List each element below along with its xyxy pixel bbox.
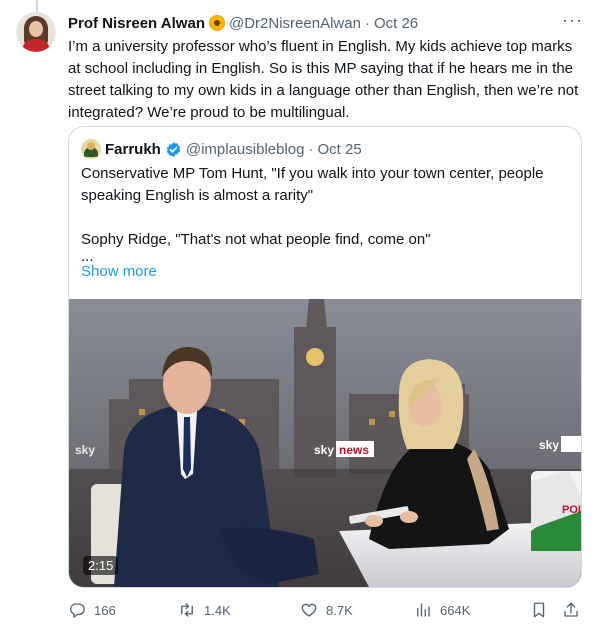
repost-count: 1.4K bbox=[204, 602, 231, 618]
reply-button[interactable]: 166 bbox=[68, 600, 116, 620]
quote-date: Oct 25 bbox=[317, 140, 362, 158]
svg-text:sky: sky bbox=[314, 443, 334, 457]
repost-icon bbox=[181, 603, 193, 617]
video-player[interactable]: POL sky sky news sky ne 2:15 bbox=[69, 299, 581, 587]
sunflower-icon bbox=[209, 15, 225, 31]
verified-badge-icon bbox=[166, 141, 181, 157]
show-more-link[interactable]: Show more bbox=[81, 263, 157, 280]
bookmark-icon bbox=[533, 602, 545, 618]
views-button[interactable]: 664K bbox=[414, 600, 470, 620]
repost-button[interactable]: 1.4K bbox=[178, 600, 231, 620]
action-bar: 166 1.4K 8.7K 664K bbox=[68, 596, 582, 624]
separator-dot: · bbox=[364, 14, 370, 32]
tweet-text: I’m a university professor who’s fluent … bbox=[68, 38, 579, 121]
svg-text:sky ne: sky ne bbox=[539, 438, 577, 452]
quote-text-line bbox=[81, 207, 571, 229]
politics-banner-text: POL bbox=[562, 504, 581, 516]
sky-news-logo-right: sky ne bbox=[539, 436, 581, 452]
avatar[interactable] bbox=[16, 12, 56, 52]
author-name[interactable]: Prof Nisreen Alwan bbox=[68, 15, 205, 32]
quote-author-handle: @implausibleblog bbox=[185, 140, 305, 158]
author-handle[interactable]: @Dr2NisreenAlwan bbox=[229, 15, 361, 32]
quote-text: Conservative MP Tom Hunt, "If you walk i… bbox=[81, 163, 571, 265]
tweet-header: Prof Nisreen Alwan @Dr2NisreenAlwan · Oc… bbox=[68, 11, 582, 33]
quote-text-line: ... bbox=[81, 248, 94, 265]
more-options-icon[interactable]: ··· bbox=[562, 11, 582, 33]
share-button[interactable] bbox=[562, 600, 580, 620]
quote-author-name: Farrukh bbox=[105, 140, 161, 158]
views-count: 664K bbox=[440, 602, 471, 618]
quote-header: Farrukh @implausibleblog · Oct 25 bbox=[81, 139, 362, 159]
share-icon bbox=[564, 602, 578, 617]
svg-text:news: news bbox=[339, 443, 369, 457]
tweet-date[interactable]: Oct 26 bbox=[374, 15, 418, 32]
like-count: 8.7K bbox=[326, 602, 353, 618]
quote-separator-dot: · bbox=[308, 140, 314, 158]
thread-connector-line bbox=[36, 0, 38, 12]
views-chart-icon bbox=[417, 603, 430, 617]
video-frame: POL sky sky news sky ne bbox=[69, 299, 581, 587]
like-button[interactable]: 8.7K bbox=[300, 600, 353, 620]
quote-text-line: Sophy Ridge, "That's not what people fin… bbox=[81, 231, 431, 248]
quote-avatar bbox=[81, 139, 101, 159]
bookmark-button[interactable] bbox=[530, 600, 548, 620]
video-duration: 2:15 bbox=[83, 556, 119, 575]
sky-logo-left: sky bbox=[75, 443, 95, 457]
heart-icon bbox=[301, 603, 317, 617]
quoted-tweet[interactable]: Farrukh @implausibleblog · Oct 25 Conser… bbox=[68, 126, 582, 588]
reply-count: 166 bbox=[94, 602, 116, 618]
reply-icon bbox=[70, 603, 85, 618]
quote-text-line: Conservative MP Tom Hunt, "If you walk i… bbox=[81, 165, 544, 204]
sky-news-logo: sky news bbox=[314, 441, 374, 457]
